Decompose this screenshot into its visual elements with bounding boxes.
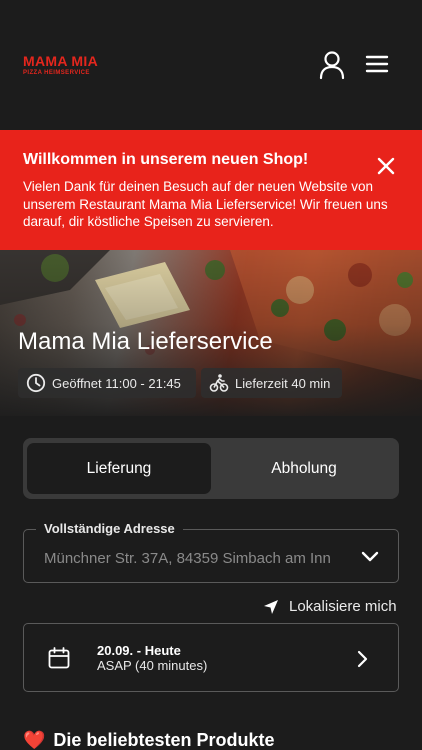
restaurant-name: Mama Mia Lieferservice: [18, 328, 273, 355]
address-label: Vollständige Adresse: [36, 521, 183, 536]
logo-sub-text: PIZZA HEIMSERVICE: [23, 70, 90, 76]
account-button[interactable]: [318, 50, 346, 80]
delivery-time-badge: Lieferzeit 40 min: [201, 368, 342, 398]
header: MAMA MIA PIZZA HEIMSERVICE: [0, 0, 422, 130]
locate-me-button[interactable]: Lokalisiere mich: [263, 598, 397, 615]
banner-close-button[interactable]: [374, 154, 398, 178]
tab-delivery[interactable]: Lieferung: [27, 443, 211, 494]
chevron-down-icon: [361, 551, 379, 562]
location-arrow-icon: [264, 599, 278, 614]
welcome-banner: Willkommen in unserem neuen Shop! Vielen…: [0, 130, 422, 250]
delivery-date-label: 20.09. - Heute: [97, 643, 181, 658]
delivery-time-text: Lieferzeit 40 min: [235, 375, 331, 391]
menu-button[interactable]: [364, 52, 390, 76]
tab-pickup[interactable]: Abholung: [213, 443, 395, 494]
delivery-time-label: ASAP (40 minutes): [97, 658, 208, 673]
locate-me-label: Lokalisiere mich: [289, 598, 397, 615]
logo-main-text: MAMA MIA: [23, 53, 98, 69]
popular-products-heading: ❤️ Die beliebtesten Produkte: [23, 730, 274, 750]
address-select[interactable]: Vollständige Adresse Münchner Str. 37A, …: [23, 521, 399, 583]
order-mode-toggle: Lieferung Abholung: [23, 438, 399, 499]
chevron-right-icon: [357, 650, 368, 668]
delivery-date-selector[interactable]: 20.09. - Heute ASAP (40 minutes): [23, 623, 399, 692]
close-icon: [377, 157, 395, 175]
clock-icon: [26, 373, 46, 393]
hero-image: Mama Mia Lieferservice Geöffnet 11:00 - …: [0, 250, 422, 416]
calendar-icon: [48, 647, 70, 669]
opening-hours-badge: Geöffnet 11:00 - 21:45: [18, 368, 196, 398]
bicycle-courier-icon: [209, 374, 229, 392]
opening-hours-text: Geöffnet 11:00 - 21:45: [52, 375, 181, 391]
banner-title: Willkommen in unserem neuen Shop!: [23, 151, 309, 168]
hamburger-menu-icon: [365, 55, 389, 73]
popular-products-title: Die beliebtesten Produkte: [53, 730, 275, 750]
address-value: Münchner Str. 37A, 84359 Simbach am Inn: [44, 550, 331, 567]
user-icon: [319, 51, 345, 80]
banner-text: Vielen Dank für deinen Besuch auf der ne…: [23, 179, 388, 229]
brand-logo[interactable]: MAMA MIA PIZZA HEIMSERVICE: [23, 54, 98, 77]
heart-icon: ❤️: [23, 730, 46, 750]
